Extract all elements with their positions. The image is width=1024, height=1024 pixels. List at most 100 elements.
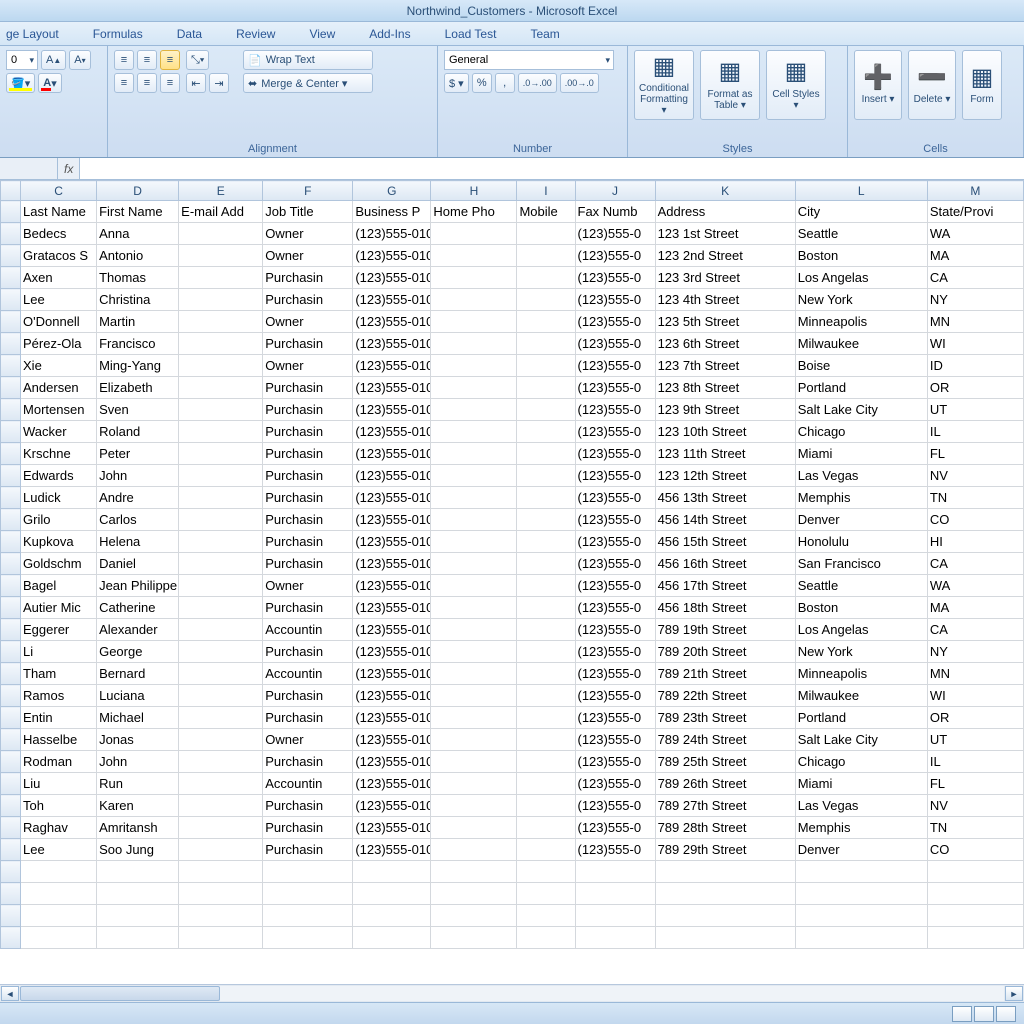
cell[interactable] [431, 707, 517, 729]
column-header[interactable]: G [353, 181, 431, 201]
column-header[interactable]: E [179, 181, 263, 201]
delete-button[interactable]: ➖ Delete ▾ [908, 50, 956, 120]
cell[interactable]: Purchasin [263, 641, 353, 663]
cell[interactable]: 123 12th Street [655, 465, 795, 487]
cell[interactable]: Owner [263, 575, 353, 597]
cell[interactable]: Purchasin [263, 487, 353, 509]
cell[interactable] [431, 619, 517, 641]
cell[interactable]: 789 29th Street [655, 839, 795, 861]
cell[interactable]: Denver [795, 839, 927, 861]
column-header[interactable]: C [21, 181, 97, 201]
cell[interactable] [431, 685, 517, 707]
cell[interactable]: Ming-Yang [97, 355, 179, 377]
cell-styles-button[interactable]: ▦ Cell Styles ▾ [766, 50, 826, 120]
horizontal-scrollbar[interactable]: ◄ ► [0, 984, 1024, 1002]
cell[interactable]: Bernard [97, 663, 179, 685]
cell[interactable] [517, 707, 575, 729]
cell[interactable]: New York [795, 641, 927, 663]
row-header[interactable] [1, 861, 21, 883]
row-header[interactable] [1, 795, 21, 817]
cell[interactable]: CO [927, 839, 1023, 861]
cell[interactable]: O'Donnell [21, 311, 97, 333]
cell[interactable]: Bedecs [21, 223, 97, 245]
cell[interactable]: (123)555-0100 [353, 245, 431, 267]
cell[interactable]: 789 26th Street [655, 773, 795, 795]
cell[interactable]: (123)555-0100 [353, 751, 431, 773]
cell[interactable]: Purchasin [263, 597, 353, 619]
cell[interactable]: (123)555-0 [575, 597, 655, 619]
cell[interactable]: 123 5th Street [655, 311, 795, 333]
cell[interactable]: 456 15th Street [655, 531, 795, 553]
cell[interactable]: State/Provi [927, 201, 1023, 223]
cell[interactable] [179, 817, 263, 839]
ribbon-tab[interactable]: Team [530, 27, 559, 41]
name-box[interactable] [0, 158, 58, 179]
cell[interactable]: CO [927, 509, 1023, 531]
cell[interactable] [431, 289, 517, 311]
cell[interactable] [179, 663, 263, 685]
cell[interactable] [431, 509, 517, 531]
cell[interactable] [179, 729, 263, 751]
ribbon-tab[interactable]: Data [177, 27, 202, 41]
row-header[interactable] [1, 575, 21, 597]
cell[interactable]: (123)555-0100 [353, 641, 431, 663]
cell[interactable]: Elizabeth [97, 377, 179, 399]
cell[interactable]: 123 9th Street [655, 399, 795, 421]
normal-view-button[interactable] [952, 1006, 972, 1022]
row-header[interactable] [1, 905, 21, 927]
cell[interactable]: (123)555-0 [575, 817, 655, 839]
cell[interactable]: John [97, 465, 179, 487]
cell[interactable]: (123)555-0100 [353, 597, 431, 619]
cell[interactable]: Andersen [21, 377, 97, 399]
cell[interactable] [97, 861, 179, 883]
cell[interactable]: Purchasin [263, 421, 353, 443]
cell[interactable]: Grilo [21, 509, 97, 531]
page-layout-view-button[interactable] [974, 1006, 994, 1022]
cell[interactable]: Seattle [795, 223, 927, 245]
cell[interactable]: 456 18th Street [655, 597, 795, 619]
cell[interactable]: Memphis [795, 487, 927, 509]
cell[interactable] [517, 333, 575, 355]
row-header[interactable] [1, 443, 21, 465]
cell[interactable]: Antonio [97, 245, 179, 267]
cell[interactable]: Lee [21, 289, 97, 311]
cell[interactable]: Ramos [21, 685, 97, 707]
column-header[interactable]: D [97, 181, 179, 201]
cell[interactable] [517, 905, 575, 927]
scroll-right-arrow[interactable]: ► [1005, 986, 1023, 1001]
format-as-table-button[interactable]: ▦ Format as Table ▾ [700, 50, 760, 120]
cell[interactable]: Milwaukee [795, 685, 927, 707]
cell[interactable] [517, 685, 575, 707]
cell[interactable]: (123)555-0 [575, 553, 655, 575]
cell[interactable]: Li [21, 641, 97, 663]
cell[interactable]: Minneapolis [795, 663, 927, 685]
cell[interactable] [97, 927, 179, 949]
cell[interactable]: 456 17th Street [655, 575, 795, 597]
row-header[interactable] [1, 465, 21, 487]
cell[interactable]: (123)555-0 [575, 509, 655, 531]
cell[interactable]: UT [927, 729, 1023, 751]
cell[interactable]: 123 11th Street [655, 443, 795, 465]
cell[interactable] [179, 465, 263, 487]
row-header[interactable] [1, 399, 21, 421]
cell[interactable]: (123)555-0 [575, 685, 655, 707]
cell[interactable] [575, 905, 655, 927]
ribbon-tab[interactable]: ge Layout [6, 27, 59, 41]
cell[interactable] [263, 905, 353, 927]
cell[interactable]: Purchasin [263, 685, 353, 707]
cell[interactable]: Boise [795, 355, 927, 377]
cell[interactable] [517, 531, 575, 553]
cell[interactable] [431, 729, 517, 751]
cell[interactable]: NY [927, 641, 1023, 663]
cell[interactable]: Miami [795, 443, 927, 465]
row-header[interactable] [1, 751, 21, 773]
cell[interactable] [21, 883, 97, 905]
cell[interactable]: Los Angelas [795, 619, 927, 641]
cell[interactable]: Accountin [263, 773, 353, 795]
page-break-view-button[interactable] [996, 1006, 1016, 1022]
column-header[interactable]: F [263, 181, 353, 201]
cell[interactable]: Miami [795, 773, 927, 795]
cell[interactable] [655, 883, 795, 905]
cell[interactable]: Chicago [795, 751, 927, 773]
cell[interactable] [179, 377, 263, 399]
